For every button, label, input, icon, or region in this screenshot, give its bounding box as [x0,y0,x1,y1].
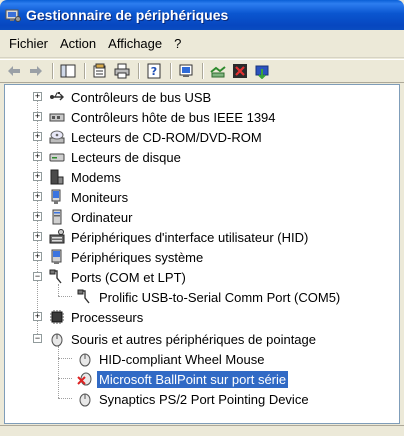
tree-item-system[interactable]: + Périphériques système [33,247,205,267]
tree-item-ieee1394[interactable]: + Contrôleurs hôte de bus IEEE 1394 [33,107,278,127]
scan-hardware-icon[interactable] [208,62,228,80]
collapse-button[interactable]: − [33,272,42,281]
tree-item-hid-mouse[interactable]: HID-compliant Wheel Mouse [77,349,266,369]
mouse-icon [79,353,91,367]
toolbar: ? [0,59,404,83]
tree-item-label: Périphériques d'interface utilisateur (H… [71,229,309,245]
cdrom-drive-icon [49,130,65,144]
expand-button[interactable]: + [33,312,42,321]
mouse-icon [79,393,91,407]
expand-button[interactable]: + [33,92,42,101]
device-manager-icon [5,9,21,22]
tree-item-label: Moniteurs [71,189,129,205]
forward-icon[interactable] [26,62,46,80]
uninstall-icon[interactable] [230,62,250,80]
device-tree[interactable]: + Contrôleurs de bus USB + Contrôleurs h… [4,84,400,424]
expand-button[interactable]: + [33,112,42,121]
menu-help[interactable]: ? [168,33,187,54]
status-bar [0,425,404,436]
port-icon [49,269,62,284]
tree-item-cdrom[interactable]: + Lecteurs de CD-ROM/DVD-ROM [33,127,264,147]
title-bar[interactable]: Gestionnaire de périphériques [0,0,404,30]
processor-icon [50,310,64,324]
toolbar-separator [84,63,86,79]
tree-item-label: Prolific USB-to-Serial Comm Port (COM5) [99,289,341,305]
tree-item-disk[interactable]: + Lecteurs de disque [33,147,183,167]
expand-button[interactable]: + [33,212,42,221]
expand-button[interactable]: + [33,252,42,261]
show-hide-console-tree-icon[interactable] [58,62,78,80]
tree-item-usb[interactable]: + Contrôleurs de bus USB [33,87,213,107]
menu-fichier[interactable]: Fichier [3,33,54,54]
tree-item-synaptics[interactable]: Synaptics PS/2 Port Pointing Device [77,389,311,409]
window-title: Gestionnaire de périphériques [26,7,229,23]
mice-branch-line [58,346,59,398]
tree-item-label: Ports (COM et LPT) [71,269,186,285]
hid-device-icon [49,229,65,244]
usb-icon [50,92,64,101]
modem-icon [50,169,64,185]
tree-item-label: Lecteurs de CD-ROM/DVD-ROM [71,129,262,145]
toolbar-separator [202,63,204,79]
print-icon[interactable] [112,62,132,80]
tree-item-label: Contrôleurs hôte de bus IEEE 1394 [71,109,276,125]
properties-icon[interactable] [90,62,110,80]
port-icon [77,289,90,304]
tree-item-monitors[interactable]: + Moniteurs [33,187,130,207]
expand-button[interactable]: + [33,232,42,241]
svg-text:?: ? [151,65,157,78]
help-icon[interactable]: ? [144,62,164,80]
ports-child-connector [58,296,72,297]
menu-bar: Fichier Action Affichage ? [0,30,404,58]
collapse-button[interactable]: − [33,334,42,343]
menu-action[interactable]: Action [54,33,102,54]
expand-button[interactable]: + [33,132,42,141]
tree-item-ports[interactable]: − Ports (COM et LPT) [33,267,188,287]
tree-item-label: Périphériques système [71,249,204,265]
toolbar-separator [170,63,172,79]
tree-item-processors[interactable]: + Processeurs [33,307,145,327]
tree-item-computer[interactable]: + Ordinateur [33,207,134,227]
tree-item-label: Microsoft BallPoint sur port série [97,370,289,388]
tree-item-label: Lecteurs de disque [71,149,181,165]
tree-item-label: Ordinateur [71,209,133,225]
tree-item-prolific[interactable]: Prolific USB-to-Serial Comm Port (COM5) [77,287,342,307]
expand-button[interactable]: + [33,172,42,181]
mouse-error-icon [77,372,92,386]
mouse-icon [51,333,63,347]
tree-item-label: Modems [71,169,121,185]
tree-item-label: Synaptics PS/2 Port Pointing Device [99,391,309,407]
tree-item-ballpoint[interactable]: Microsoft BallPoint sur port série [77,369,289,389]
tree-item-mice[interactable]: − Souris et autres périphériques de poin… [33,329,318,349]
mice-child-connector-2 [58,378,72,379]
mice-child-connector-1 [58,358,72,359]
device-view-icon[interactable] [176,62,196,80]
disk-drive-icon [49,153,65,162]
expand-button[interactable]: + [33,152,42,161]
system-device-icon [51,249,62,264]
back-icon[interactable] [4,62,24,80]
mice-child-connector-3 [58,398,72,399]
toolbar-separator [138,63,140,79]
toolbar-separator [52,63,54,79]
monitor-icon [51,189,61,204]
computer-icon [52,209,62,225]
tree-item-label: Souris et autres périphériques de pointa… [71,331,316,347]
tree-item-label: Contrôleurs de bus USB [71,89,212,105]
tree-item-modems[interactable]: + Modems [33,167,123,187]
tree-item-hid[interactable]: + Périphériques d'interface utilisateur … [33,227,310,247]
tree-item-label: Processeurs [71,309,144,325]
update-driver-icon[interactable] [252,62,272,80]
tree-item-label: HID-compliant Wheel Mouse [99,351,265,367]
expand-button[interactable]: + [33,192,42,201]
menu-affichage[interactable]: Affichage [102,33,168,54]
ieee1394-controller-icon [49,113,65,122]
